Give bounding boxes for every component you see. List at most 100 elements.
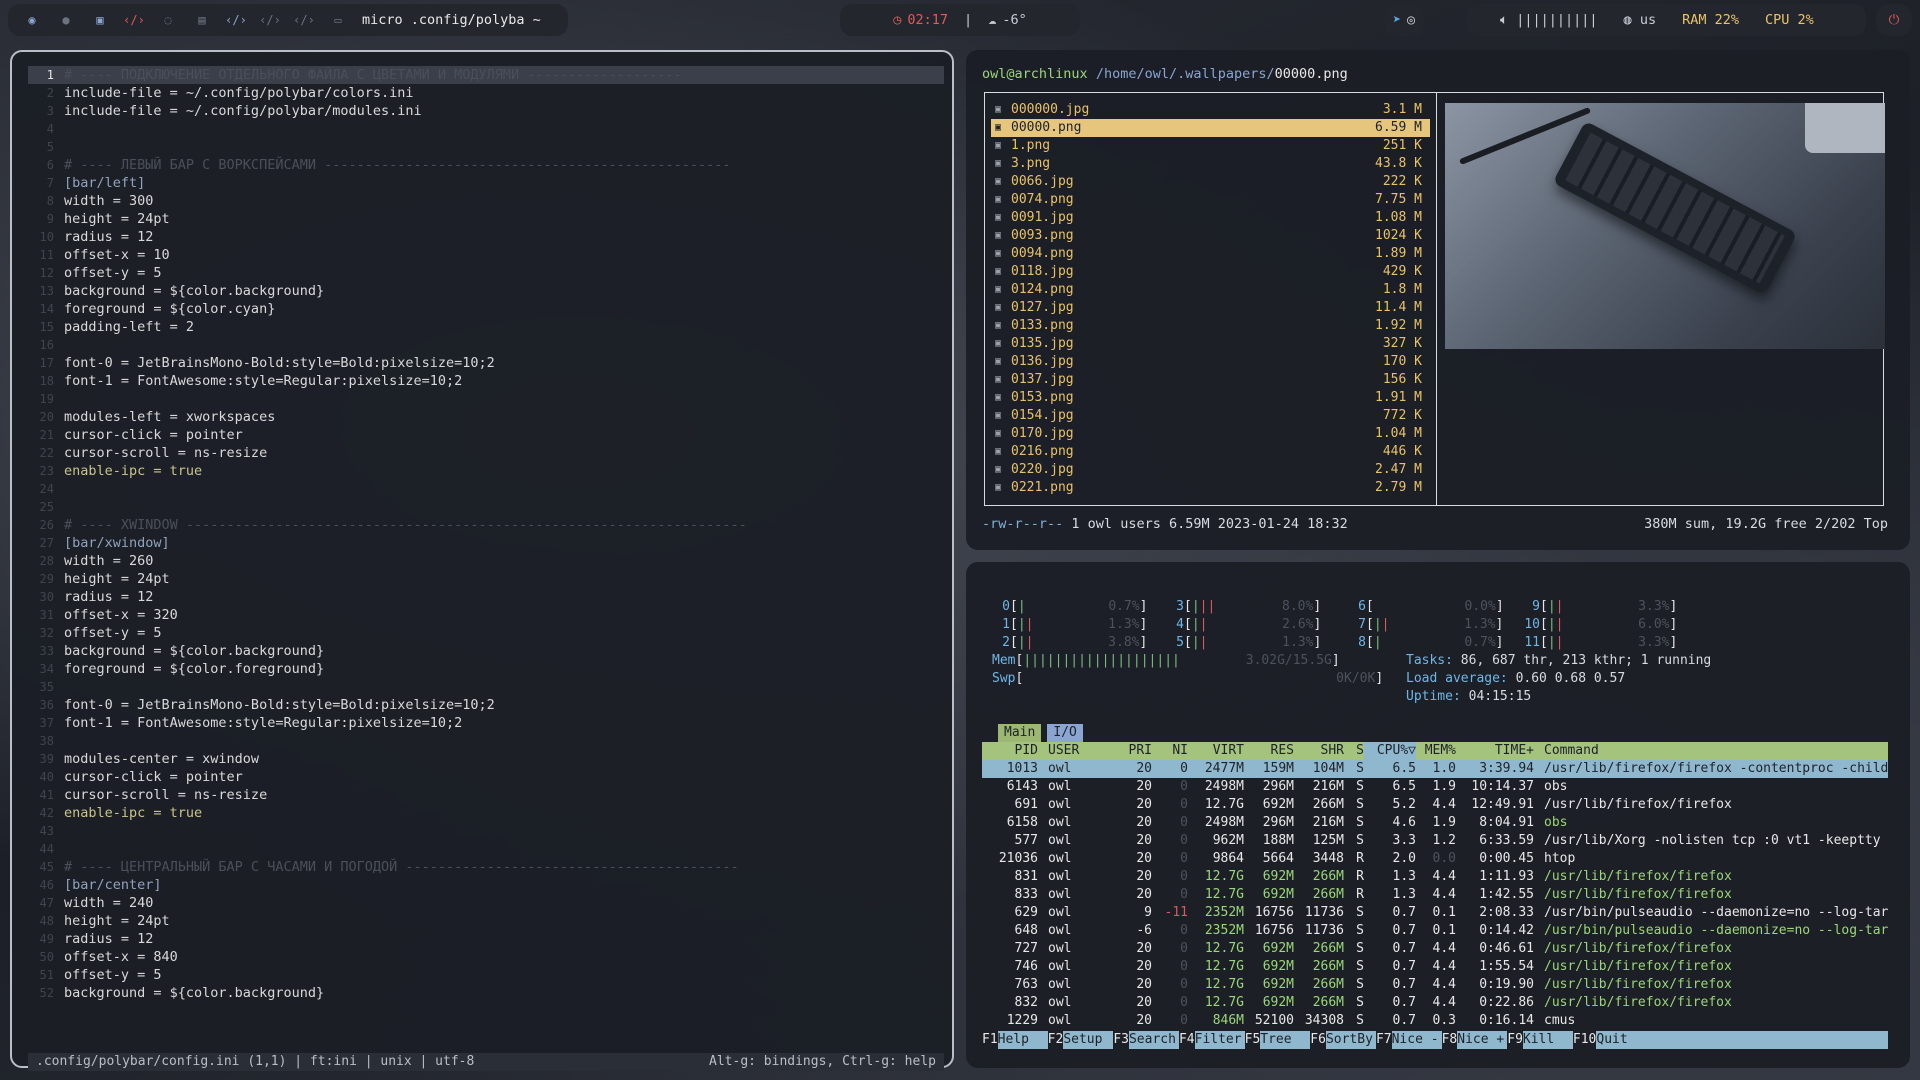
process-row[interactable]: 763 owl 20 0 12.7G 692M 266M S 0.7 4.4 0:19.90/usr… [982, 976, 1888, 994]
code-line[interactable]: 33 background = ${color.background} [28, 642, 944, 660]
code-line[interactable]: 8 width = 300 [28, 192, 944, 210]
code-line[interactable]: 52 background = ${color.background} [28, 984, 944, 1002]
code-line[interactable]: 15 padding-left = 2 [28, 318, 944, 336]
telegram-icon[interactable]: ➤ [1393, 12, 1401, 28]
fkey-quit[interactable]: F10 Quit [1573, 1031, 1888, 1049]
chat-icon[interactable]: ◌ [160, 12, 176, 28]
file-row[interactable]: ▣ 0066.jpg 222 K [991, 173, 1430, 191]
power-button[interactable]: ⏻ [1876, 4, 1912, 36]
code-line[interactable]: 1 # ---- ПОДКЛЮЧЕНИЕ ОТДЕЛЬНОГО ФАЙЛА С Ц… [28, 66, 944, 84]
htop-window[interactable]: 0[| 0.7%] 1[|| 1.3%] 2[|| 3.8%] 3[||| 8.0%] 4[||… [966, 562, 1910, 1068]
fkey-kill[interactable]: F9 Kill [1507, 1031, 1573, 1049]
code-line[interactable]: 36 font-0 = JetBrainsMono-Bold:style=Bold… [28, 696, 944, 714]
process-row[interactable]: 1013 owl 20 0 2477M 159M 104M S 6.5 1.0 3:39.94/us… [982, 760, 1888, 778]
col-pid[interactable]: PID [982, 742, 1038, 760]
code-line[interactable]: 35 [28, 678, 944, 696]
file-row[interactable]: ▣ 1.png 251 K [991, 137, 1430, 155]
file-row[interactable]: ▣ 000000.jpg 3.1 M [991, 101, 1430, 119]
code-line[interactable]: 27 [bar/xwindow] [28, 534, 944, 552]
process-row[interactable]: 833 owl 20 0 12.7G 692M 266M R 1.3 4.4 1:42.55/usr… [982, 886, 1888, 904]
fkey-search[interactable]: F3 Search [1113, 1031, 1179, 1049]
process-row[interactable]: 832 owl 20 0 12.7G 692M 266M S 0.7 4.4 0:22.86/usr… [982, 994, 1888, 1012]
code-line[interactable]: 22 cursor-scroll = ns-resize [28, 444, 944, 462]
file-row[interactable]: ▣ 0074.png 7.75 M [991, 191, 1430, 209]
code-line[interactable]: 45 # ---- ЦЕНТРАЛЬНЫЙ БАР С ЧАСАМИ И ПОГО… [28, 858, 944, 876]
process-row[interactable]: 577 owl 20 0 962M 188M 125M S 3.3 1.2 6:33.59/usr/… [982, 832, 1888, 850]
code-line[interactable]: 32 offset-y = 5 [28, 624, 944, 642]
process-row[interactable]: 6158 owl 20 0 2498M 296M 216M S 4.6 1.9 8:04.91 obs [982, 814, 1888, 832]
file-row[interactable]: ▣ 0154.jpg 772 K [991, 407, 1430, 425]
col-ni[interactable]: NI [1152, 742, 1188, 760]
code-line[interactable]: 38 [28, 732, 944, 750]
micro-editor-window[interactable]: 1 # ---- ПОДКЛЮЧЕНИЕ ОТДЕЛЬНОГО ФАЙЛА С Ц… [10, 50, 954, 1071]
code2-icon[interactable]: ‹/› [225, 12, 247, 28]
col-shr[interactable]: SHR [1294, 742, 1344, 760]
process-row[interactable]: 727 owl 20 0 12.7G 692M 266M S 0.7 4.4 0:46.61/usr… [982, 940, 1888, 958]
fkey-help[interactable]: F1 Help [982, 1031, 1048, 1049]
steam-icon[interactable]: ◎ [1407, 12, 1415, 28]
code-line[interactable]: 29 height = 24pt [28, 570, 944, 588]
code-line[interactable]: 7 [bar/left] [28, 174, 944, 192]
code4-icon[interactable]: ‹/› [293, 12, 315, 28]
process-row[interactable]: 629 owl 9 -11 2352M 16756 11736 S 0.7 0.1 2:08.33 /… [982, 904, 1888, 922]
process-row[interactable]: 6143 owl 20 0 2498M 296M 216M S 6.5 1.9 10:14.37 ob… [982, 778, 1888, 796]
volume-module[interactable]: 🔈︎ |||||||||| [1500, 12, 1598, 28]
code-line[interactable]: 40 cursor-click = pointer [28, 768, 944, 786]
file-row[interactable]: ▣ 0093.png 1024 K [991, 227, 1430, 245]
files-icon[interactable]: ▤ [194, 12, 210, 28]
code-line[interactable]: 48 height = 24pt [28, 912, 944, 930]
fkey-nice[interactable]: F7 Nice - [1376, 1031, 1442, 1049]
code-line[interactable]: 19 [28, 390, 944, 408]
col-mem[interactable]: MEM% [1416, 742, 1456, 760]
code-line[interactable]: 20 modules-left = xworkspaces [28, 408, 944, 426]
file-row[interactable]: ▣ 3.png 43.8 K [991, 155, 1430, 173]
arch-icon[interactable]: ◉ [24, 12, 40, 28]
code-line[interactable]: 12 offset-y = 5 [28, 264, 944, 282]
file-row[interactable]: ▣ 0137.jpg 156 K [991, 371, 1430, 389]
file-row[interactable]: ▣ 0127.jpg 11.4 M [991, 299, 1430, 317]
col-state[interactable]: S [1344, 742, 1364, 760]
file-row[interactable]: ▣ 0170.jpg 1.04 M [991, 425, 1430, 443]
code-line[interactable]: 6 # ---- ЛЕВЫЙ БАР С ВОРКСПЕЙСАМИ -------… [28, 156, 944, 174]
code-icon[interactable]: ‹/› [123, 12, 145, 28]
col-user[interactable]: USER [1038, 742, 1108, 760]
code-line[interactable]: 37 font-1 = FontAwesome:style=Regular:pix… [28, 714, 944, 732]
tab-main[interactable]: Main [998, 724, 1042, 742]
code-line[interactable]: 11 offset-x = 10 [28, 246, 944, 264]
fkey-sortby[interactable]: F6 SortBy [1310, 1031, 1376, 1049]
fkey-nice[interactable]: F8 Nice + [1442, 1031, 1508, 1049]
file-list[interactable]: ▣ 000000.jpg 3.1 M ▣ 00000.png 6.59 M ▣ 1.png 25… [985, 93, 1437, 505]
code-line[interactable]: 31 offset-x = 320 [28, 606, 944, 624]
code-line[interactable]: 9 height = 24pt [28, 210, 944, 228]
code-line[interactable]: 2 include-file = ~/.config/polybar/colors… [28, 84, 944, 102]
code-line[interactable]: 26 # ---- XWINDOW -----------------------… [28, 516, 944, 534]
code-line[interactable]: 47 width = 240 [28, 894, 944, 912]
code-line[interactable]: 28 width = 260 [28, 552, 944, 570]
code-line[interactable]: 4 [28, 120, 944, 138]
file-row[interactable]: ▣ 0124.png 1.8 M [991, 281, 1430, 299]
code-line[interactable]: 16 [28, 336, 944, 354]
fkey-tree[interactable]: F5 Tree [1245, 1031, 1311, 1049]
file-row[interactable]: ▣ 0220.jpg 2.47 M [991, 461, 1430, 479]
code-line[interactable]: 25 [28, 498, 944, 516]
col-pri[interactable]: PRI [1108, 742, 1152, 760]
tab-io[interactable]: I/O [1047, 724, 1083, 742]
file-row[interactable]: ▣ 0091.jpg 1.08 M [991, 209, 1430, 227]
code-line[interactable]: 13 background = ${color.background} [28, 282, 944, 300]
code-line[interactable]: 39 modules-center = xwindow [28, 750, 944, 768]
file-row[interactable]: ▣ 0118.jpg 429 K [991, 263, 1430, 281]
code-line[interactable]: 44 [28, 840, 944, 858]
col-cpu[interactable]: CPU%▽ [1364, 742, 1416, 760]
file-row[interactable]: ▣ 0136.jpg 170 K [991, 353, 1430, 371]
editor-buffer[interactable]: 1 # ---- ПОДКЛЮЧЕНИЕ ОТДЕЛЬНОГО ФАЙЛА С Ц… [28, 66, 944, 1002]
code-line[interactable]: 43 [28, 822, 944, 840]
process-row[interactable]: 648 owl -6 0 2352M 16756 11736 S 0.7 0.1 0:14.42/u… [982, 922, 1888, 940]
fkey-setup[interactable]: F2 Setup [1048, 1031, 1114, 1049]
keyboard-layout[interactable]: ◍ us [1624, 12, 1657, 28]
code-line[interactable]: 17 font-0 = JetBrainsMono-Bold:style=Bold… [28, 354, 944, 372]
code-line[interactable]: 49 radius = 12 [28, 930, 944, 948]
col-time[interactable]: TIME+ [1456, 742, 1534, 760]
file-row[interactable]: ▣ 0094.png 1.89 M [991, 245, 1430, 263]
code-line[interactable]: 10 radius = 12 [28, 228, 944, 246]
code-line[interactable]: 3 include-file = ~/.config/polybar/module… [28, 102, 944, 120]
